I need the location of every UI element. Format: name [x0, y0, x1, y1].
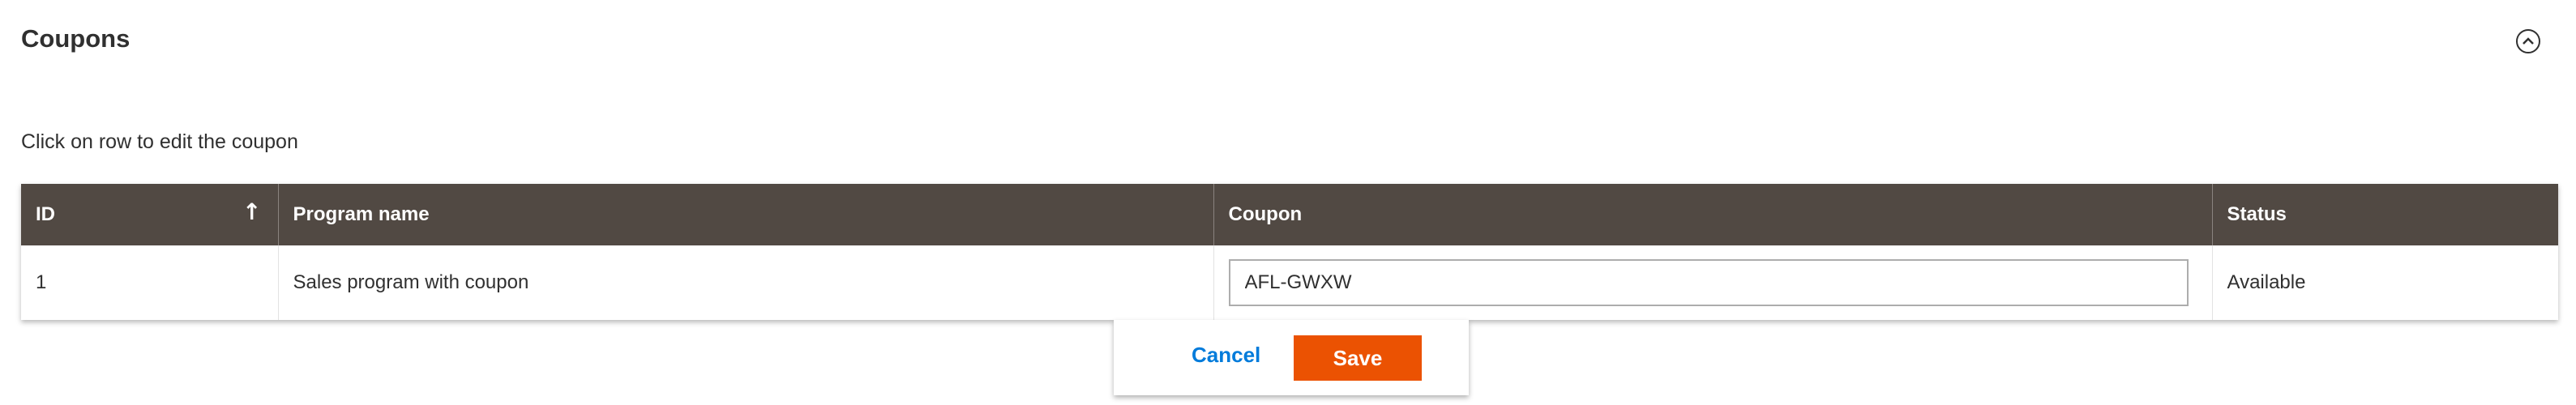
collapse-section-button[interactable] [2516, 29, 2540, 53]
sort-ascending-icon: ↑ [242, 198, 262, 225]
coupons-section: Coupons Click on row to edit the coupon … [0, 0, 2576, 405]
save-button[interactable]: Save [1294, 335, 1422, 381]
column-header-program-name[interactable]: Program name [278, 184, 1214, 245]
column-header-id-label: ID [36, 203, 55, 225]
edit-hint-text: Click on row to edit the coupon [21, 130, 298, 153]
column-header-status[interactable]: Status [2212, 184, 2558, 245]
column-header-id[interactable]: ID ↑ [21, 184, 279, 245]
column-header-coupon[interactable]: Coupon [1213, 184, 2213, 245]
coupon-input[interactable] [1228, 259, 2189, 306]
cell-status: Available [2212, 245, 2558, 320]
column-header-program-name-label: Program name [293, 203, 430, 225]
grid-header-row: ID ↑ Program name Coupon Status [21, 184, 2558, 245]
coupons-grid: ID ↑ Program name Coupon Status 1 Sales … [21, 184, 2558, 320]
inline-edit-actions: Cancel Save [1114, 320, 1469, 395]
cell-coupon [1213, 245, 2213, 320]
section-title: Coupons [21, 24, 131, 53]
column-header-coupon-label: Coupon [1228, 203, 1303, 225]
table-row[interactable]: 1 Sales program with coupon Available [21, 245, 2558, 320]
column-header-status-label: Status [2227, 203, 2287, 225]
cancel-button[interactable]: Cancel [1192, 343, 1260, 368]
cell-program-name: Sales program with coupon [278, 245, 1214, 320]
chevron-up-icon [2523, 37, 2534, 45]
cell-id: 1 [21, 245, 279, 320]
